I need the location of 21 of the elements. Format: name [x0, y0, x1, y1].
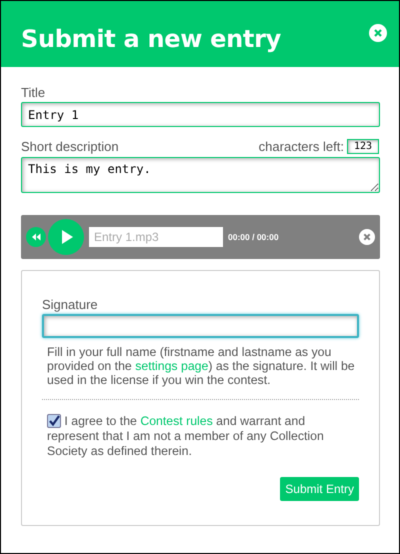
play-icon[interactable] — [48, 219, 84, 255]
close-icon[interactable] — [359, 229, 375, 245]
description-field[interactable]: This is my entry. — [21, 157, 380, 193]
settings-link[interactable]: settings page — [135, 359, 208, 373]
field-label: Title — [21, 85, 46, 100]
contest-rules-link[interactable]: Contest rules — [140, 414, 213, 428]
agree-checkbox[interactable] — [47, 414, 61, 428]
field-label: Short description — [21, 139, 120, 154]
time-display: 00:00 / 00:00 — [228, 232, 280, 242]
rewind-icon[interactable] — [26, 227, 46, 247]
close-icon[interactable] — [369, 24, 387, 42]
file-name-field: Entry 1.mp3 — [89, 227, 223, 247]
signature-field[interactable] — [42, 314, 359, 338]
field-label: Signature — [42, 297, 99, 312]
help-text: Fill in your full name (firstname and lastname as you provided on the settings page) as the signature. It will be used in the license if you win the contest. — [47, 345, 356, 387]
title-field[interactable]: Entry 1 — [21, 102, 380, 127]
counter-field: 123 — [346, 139, 379, 154]
counter-label: characters left: — [258, 139, 344, 154]
agreement-text: I agree to the Contest rules and warrant and represent that I am not a member of any Collection Society as defined therein. — [47, 414, 325, 459]
submit-button[interactable]: Submit Entry — [280, 477, 359, 501]
dialog-title: Submit a new entry — [21, 25, 281, 53]
